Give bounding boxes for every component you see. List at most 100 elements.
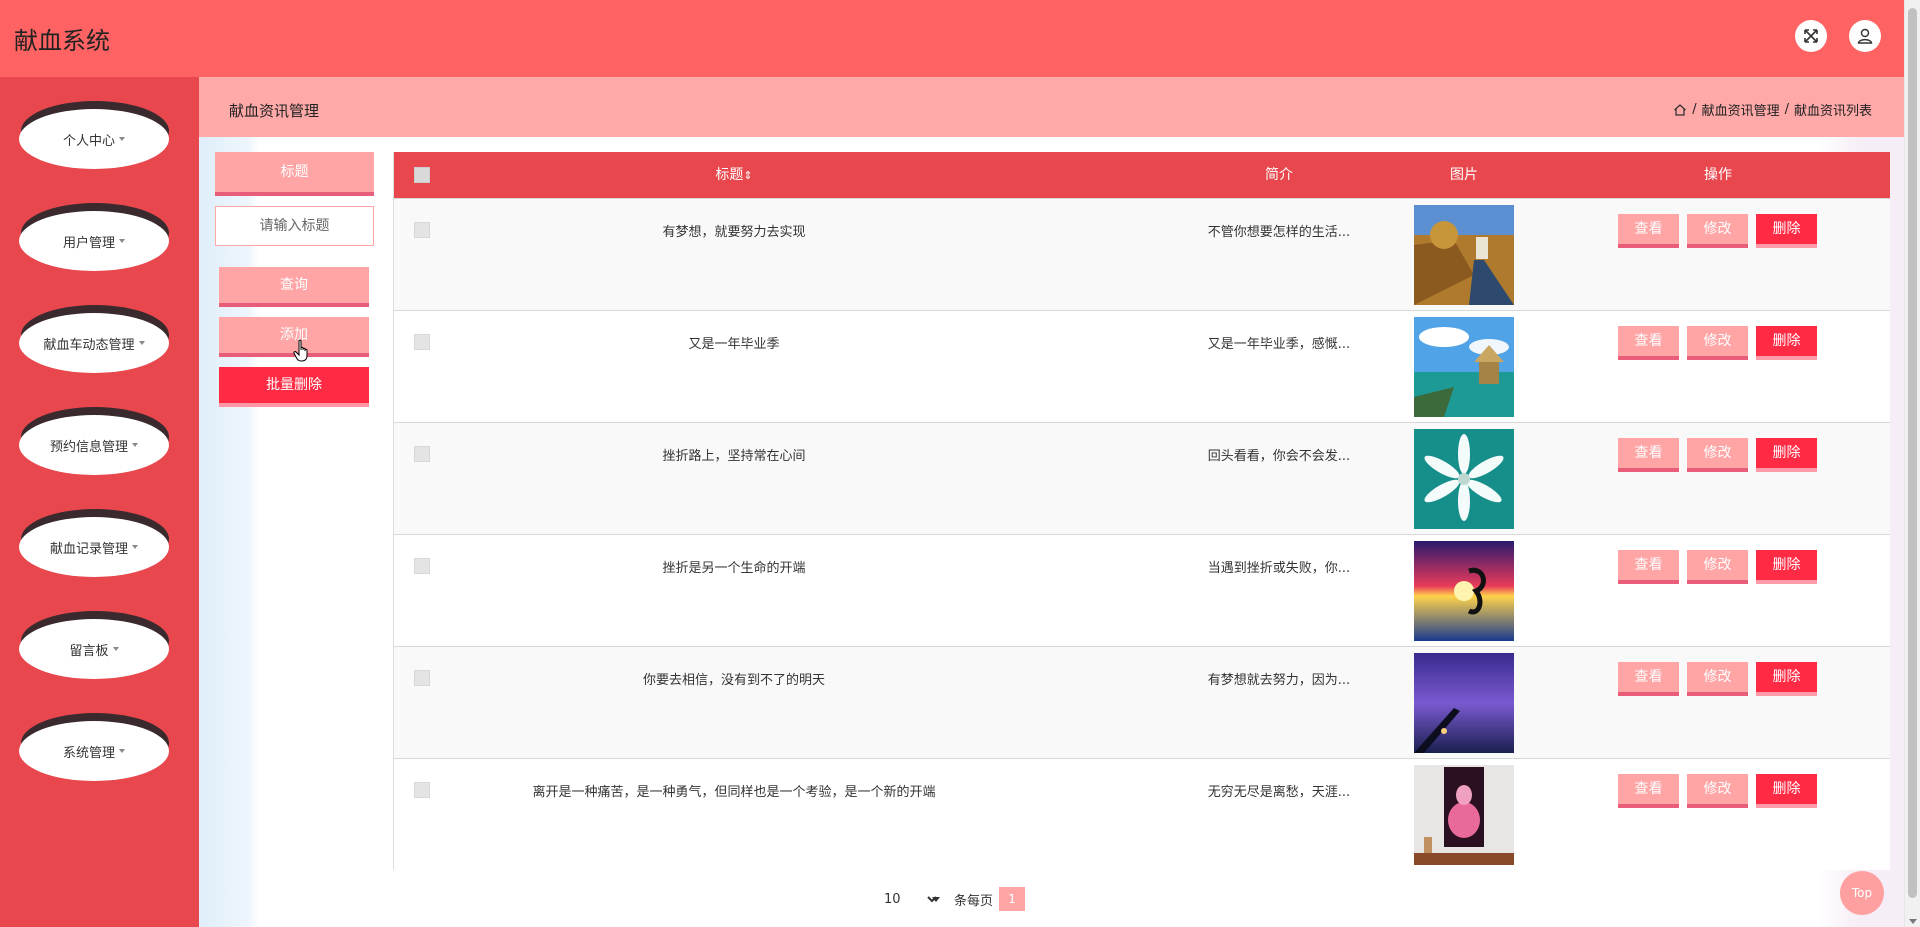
- sunset-reflection-image: [1414, 541, 1514, 641]
- table-row: 挫折路上，坚持常在心间 回头看看，你会不会发... 查看 修改 删除: [394, 422, 1890, 534]
- view-button[interactable]: 查看: [1618, 326, 1679, 360]
- caret-down-icon: [119, 137, 125, 141]
- sidebar-item-message-board[interactable]: 留言板: [19, 611, 169, 679]
- menu-oval: 系统管理: [19, 721, 169, 781]
- sidebar-item-reservation[interactable]: 预约信息管理: [19, 407, 169, 475]
- sort-icon: ⇕: [743, 169, 753, 182]
- caret-down-icon: [119, 749, 125, 753]
- edit-button[interactable]: 修改: [1687, 438, 1748, 472]
- hand-cursor-icon: [293, 339, 308, 362]
- row-checkbox[interactable]: [414, 222, 430, 238]
- table-row: 挫折是另一个生命的开端 当遇到挫折或失败，你... 查看 修改 删除: [394, 534, 1890, 646]
- edit-button[interactable]: 修改: [1687, 214, 1748, 248]
- row-checkbox[interactable]: [414, 558, 430, 574]
- row-checkbox[interactable]: [414, 782, 430, 798]
- search-button[interactable]: 查询: [219, 267, 369, 307]
- menu-oval: 用户管理: [19, 211, 169, 271]
- sidebar-item-donation-records[interactable]: 献血记录管理: [19, 509, 169, 577]
- tropical-hut-image: [1414, 317, 1514, 417]
- menu-oval: 个人中心: [19, 109, 169, 169]
- row-title: 你要去相信，没有到不了的明天: [642, 673, 825, 688]
- delete-button[interactable]: 删除: [1756, 550, 1817, 584]
- breadcrumb-separator: /: [1784, 102, 1789, 117]
- table-row: 又是一年毕业季 又是一年毕业季，感慨... 查看 修改 删除: [394, 310, 1890, 422]
- sidebar-item-label: 留言板: [69, 643, 109, 659]
- pink-poster-room-image: [1414, 765, 1514, 865]
- row-image: [1414, 317, 1514, 417]
- row-image: [1414, 653, 1514, 753]
- table-row: 你要去相信，没有到不了的明天 有梦想就去努力，因为... 查看 修改 删除: [394, 646, 1890, 758]
- view-button[interactable]: 查看: [1618, 662, 1679, 696]
- batch-delete-button[interactable]: 批量删除: [219, 367, 369, 407]
- filter-title-label: 标题: [215, 152, 374, 196]
- row-title: 挫折路上，坚持常在心间: [662, 449, 806, 464]
- view-button[interactable]: 查看: [1618, 550, 1679, 584]
- select-all-checkbox[interactable]: [414, 167, 430, 183]
- caret-down-icon: [132, 545, 138, 549]
- delete-button[interactable]: 删除: [1756, 326, 1817, 360]
- column-header-image: 图片: [1450, 167, 1478, 183]
- delete-button[interactable]: 删除: [1756, 774, 1817, 808]
- sidebar-item-label: 献血记录管理: [49, 541, 128, 557]
- page-number-current[interactable]: 1: [999, 887, 1026, 911]
- row-title: 又是一年毕业季: [688, 337, 780, 352]
- sidebar-item-label: 个人中心: [62, 133, 115, 149]
- back-to-top-button[interactable]: Top: [1840, 871, 1884, 915]
- delete-button[interactable]: 删除: [1756, 662, 1817, 696]
- caret-down-icon: [138, 341, 145, 345]
- sidebar-item-label: 用户管理: [62, 235, 115, 251]
- menu-oval: 预约信息管理: [19, 415, 169, 475]
- page-size-select[interactable]: 10: [880, 887, 940, 911]
- table-row: 离开是一种痛苦，是一种勇气，但同样也是一个考验，是一个新的开端 无穷无尽是离愁，…: [394, 758, 1890, 870]
- menu-oval: 留言板: [19, 619, 169, 679]
- title-search-input[interactable]: [215, 206, 374, 246]
- row-title: 有梦想，就要努力去实现: [662, 225, 806, 240]
- view-button[interactable]: 查看: [1618, 214, 1679, 248]
- sidebar-item-user-management[interactable]: 用户管理: [19, 203, 169, 271]
- top-header: 献血系统: [0, 0, 1904, 77]
- chevron-down-icon: [932, 896, 940, 902]
- view-button[interactable]: 查看: [1618, 774, 1679, 808]
- scroll-down-arrow-icon[interactable]: [1909, 919, 1917, 924]
- view-button[interactable]: 查看: [1618, 438, 1679, 472]
- breadcrumb-separator: /: [1692, 102, 1697, 117]
- column-header-title[interactable]: 标题⇕: [494, 152, 974, 198]
- expand-icon: [1804, 29, 1818, 43]
- vertical-scrollbar[interactable]: [1904, 0, 1920, 927]
- row-intro: 无穷无尽是离愁，天涯...: [1207, 785, 1351, 800]
- road-landscape-image: [1414, 205, 1514, 305]
- row-intro: 不管你想要怎样的生活...: [1207, 225, 1351, 240]
- menu-oval: 献血记录管理: [19, 517, 169, 577]
- fullscreen-button[interactable]: [1795, 20, 1827, 52]
- row-checkbox[interactable]: [414, 334, 430, 350]
- home-icon[interactable]: [1673, 103, 1687, 117]
- delete-button[interactable]: 删除: [1756, 438, 1817, 472]
- row-intro: 当遇到挫折或失败，你...: [1207, 561, 1351, 576]
- row-checkbox[interactable]: [414, 670, 430, 686]
- sidebar-item-system-management[interactable]: 系统管理: [19, 713, 169, 781]
- edit-button[interactable]: 修改: [1687, 326, 1748, 360]
- row-intro: 有梦想就去努力，因为...: [1207, 673, 1351, 688]
- edit-button[interactable]: 修改: [1687, 662, 1748, 696]
- user-menu-button[interactable]: [1849, 20, 1881, 52]
- caret-down-icon: [132, 443, 138, 447]
- table-header: 标题⇕ 简介 图片 操作: [394, 152, 1890, 198]
- delete-button[interactable]: 删除: [1756, 214, 1817, 248]
- table-row: 有梦想，就要努力去实现 不管你想要怎样的生活... 查看 修改 删除: [394, 198, 1890, 310]
- row-checkbox[interactable]: [414, 446, 430, 462]
- caret-down-icon: [119, 239, 125, 243]
- column-title-label: 标题: [715, 167, 744, 183]
- breadcrumb-item-module[interactable]: 献血资讯管理: [1702, 100, 1780, 119]
- row-title: 离开是一种痛苦，是一种勇气，但同样也是一个考验，是一个新的开端: [532, 785, 936, 800]
- row-intro: 回头看看，你会不会发...: [1207, 449, 1351, 464]
- sidebar-item-blood-bus[interactable]: 献血车动态管理: [19, 305, 169, 373]
- sidebar-item-personal-center[interactable]: 个人中心: [19, 101, 169, 169]
- sidebar-item-label: 预约信息管理: [49, 439, 128, 455]
- edit-button[interactable]: 修改: [1687, 774, 1748, 808]
- page-title: 献血资讯管理: [229, 102, 320, 120]
- white-flower-image: [1414, 429, 1514, 529]
- caret-down-icon: [112, 647, 119, 651]
- breadcrumb-item-current: 献血资讯列表: [1793, 104, 1872, 119]
- edit-button[interactable]: 修改: [1687, 550, 1748, 584]
- scrollbar-thumb[interactable]: [1908, 8, 1917, 898]
